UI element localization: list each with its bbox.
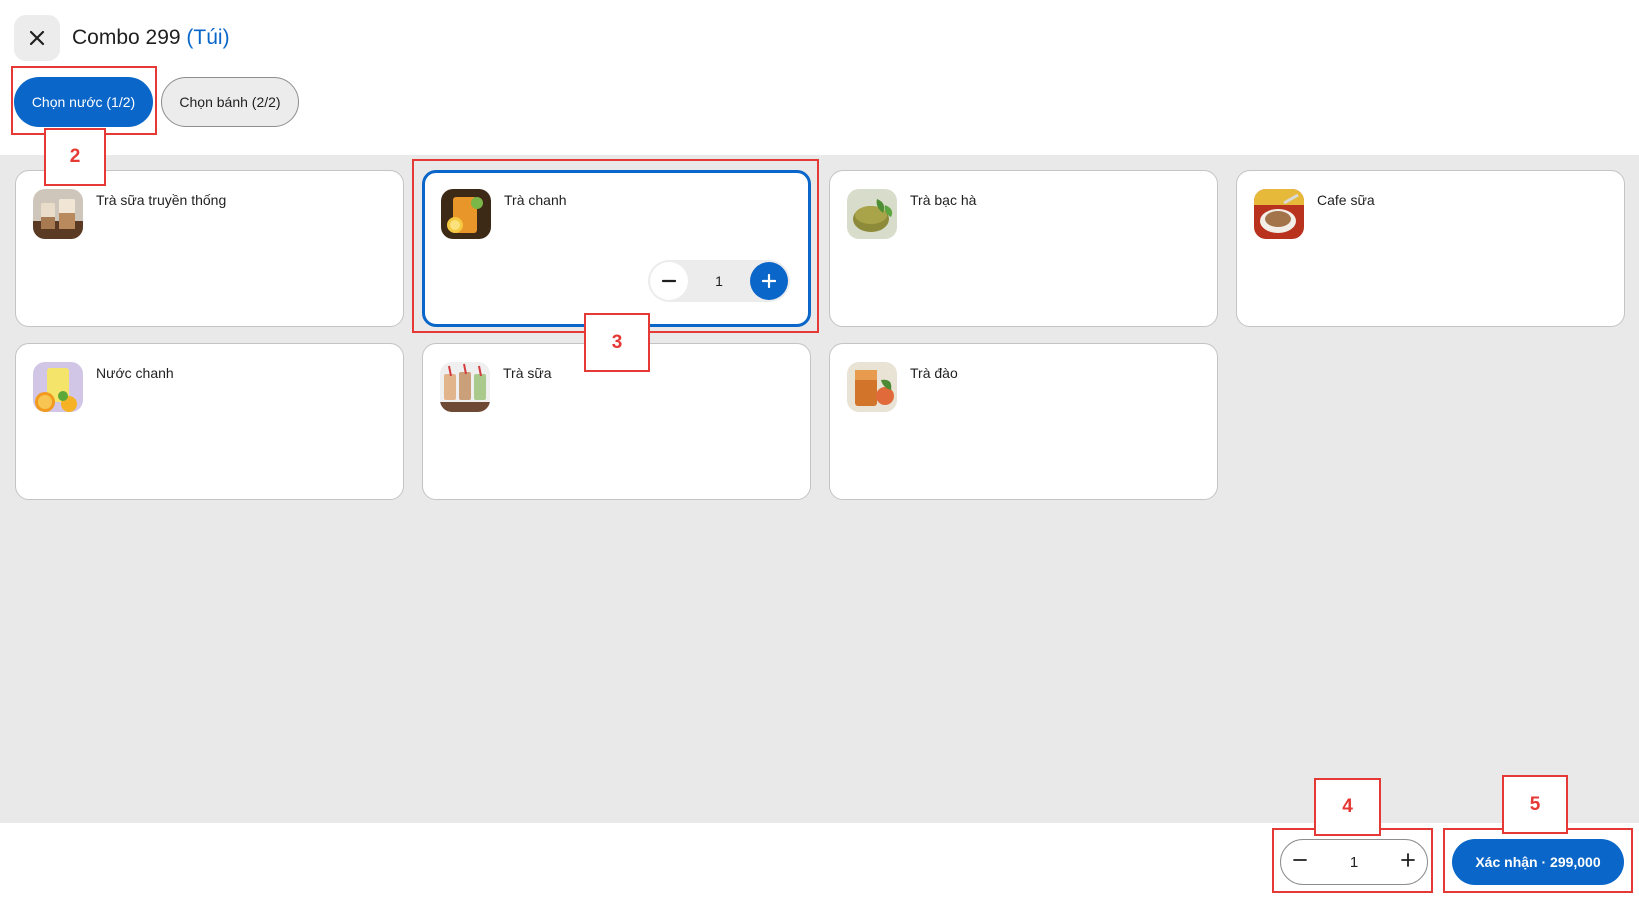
product-grid: Trà sữa truyền thống Trà chanh 1 Trà bạc [15, 170, 1625, 500]
annotation-box-4 [1272, 828, 1433, 893]
product-name: Trà bạc hà [910, 192, 977, 208]
product-card-tra-bac-ha[interactable]: Trà bạc hà [829, 170, 1218, 327]
close-icon [29, 30, 45, 46]
page-title: Combo 299 (Túi) [72, 26, 230, 50]
product-card-nuoc-chanh[interactable]: Nước chanh [15, 343, 404, 500]
mint-tea-photo [847, 189, 897, 239]
product-card-cafe-sua[interactable]: Cafe sữa [1236, 170, 1625, 327]
bubble-tea-photo [440, 362, 490, 412]
tab-choose-cake[interactable]: Chọn bánh (2/2) [161, 77, 299, 127]
combo-title: Combo 299 [72, 26, 181, 49]
combo-subtitle: (Túi) [186, 26, 230, 49]
product-name: Trà sữa [503, 365, 552, 381]
close-button[interactable] [14, 15, 60, 61]
product-area: Trà sữa truyền thống Trà chanh 1 Trà bạc [0, 155, 1639, 823]
peach-tea-photo [847, 362, 897, 412]
annotation-label-4: 4 [1314, 778, 1381, 836]
annotation-box-2 [11, 66, 157, 135]
product-card-tra-sua-truyen-thong[interactable]: Trà sữa truyền thống [15, 170, 404, 327]
milk-tea-photo [33, 189, 83, 239]
annotation-box-5 [1443, 828, 1633, 893]
annotation-label-2: 2 [44, 128, 106, 186]
lemonade-photo [33, 362, 83, 412]
product-name: Nước chanh [96, 365, 174, 381]
product-name: Trà sữa truyền thống [96, 192, 227, 208]
annotation-label-5: 5 [1502, 775, 1568, 834]
milk-coffee-photo [1254, 189, 1304, 239]
header: Combo 299 (Túi) Chọn nước (1/2) Chọn bán… [0, 0, 1639, 155]
product-name: Cafe sữa [1317, 192, 1375, 208]
annotation-box-3 [412, 159, 819, 333]
product-card-tra-dao[interactable]: Trà đào [829, 343, 1218, 500]
product-name: Trà đào [910, 365, 958, 381]
annotation-label-3: 3 [584, 313, 650, 372]
